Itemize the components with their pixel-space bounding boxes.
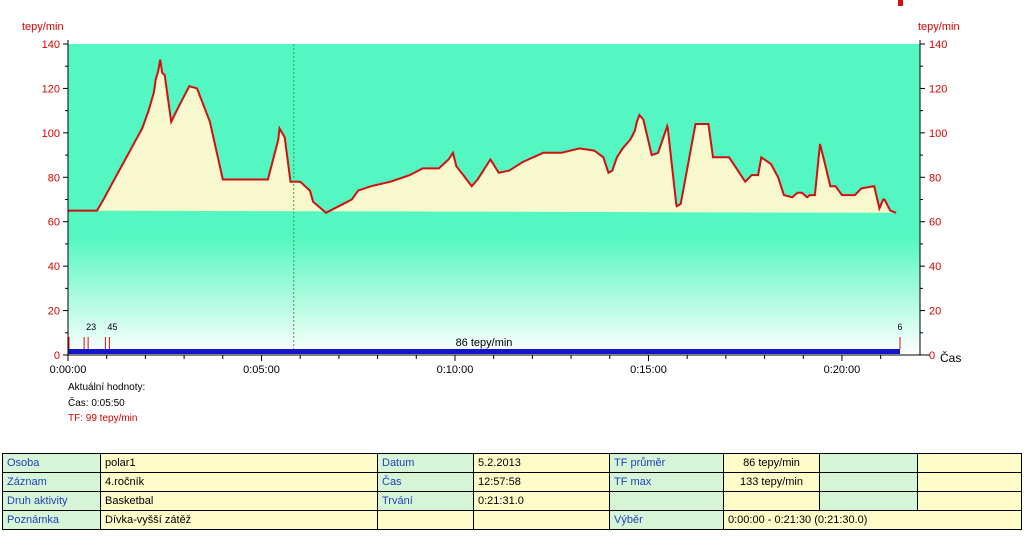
summary-row: Osoba polar1 Datum 5.2.2013 TF průměr 86 tepy… [2,453,1022,473]
x-tick-label: 0:20:00 [824,364,861,376]
summary-value: polar1 [100,453,378,473]
x-tick-label: 0:10:00 [437,364,474,376]
summary-table: Osoba polar1 Datum 5.2.2013 TF průměr 86 tepy… [2,453,1022,530]
summary-empty [917,453,1022,473]
summary-value: 0:00:00 - 0:21:30 (0:21:30.0) [723,510,1022,530]
summary-value: 86 tepy/min [723,453,820,473]
summary-label: Trvání [377,491,474,511]
y-tick-label-left: 20 [48,306,60,318]
summary-row: Poznámka Dívka-vyšší zátěž Výběr 0:00:00 - … [2,510,1022,530]
y-tick-label-right: 80 [929,172,941,184]
summary-label: Datum [377,453,474,473]
y-tick-label-left: 140 [42,39,60,51]
summary-value: 5.2.2013 [473,453,610,473]
lap-label: 6 [897,322,902,332]
summary-row: Druh aktivity Basketbal Trvání 0:21:31.0 [2,491,1022,511]
summary-value: 4.ročník [100,472,378,492]
y-tick-label-right: 0 [929,350,935,362]
info-time: Čas: 0:05:50 [68,398,125,409]
duration-bar[interactable] [68,349,900,354]
summary-value [473,510,610,530]
x-tick-label: 0:05:00 [243,364,280,376]
x-tick-label: 0:00:00 [50,364,87,376]
x-tick-label: 0:15:00 [630,364,667,376]
y-tick-label-left: 120 [42,83,60,95]
summary-empty [819,472,918,492]
summary-value: Basketbal [100,491,378,511]
y-tick-label-left: 80 [48,172,60,184]
summary-value: 0:21:31.0 [473,491,610,511]
summary-value [723,491,820,511]
summary-label: Čas [377,472,474,492]
summary-value: Dívka-vyšší zátěž [100,510,378,530]
y-tick-label-right: 140 [929,39,947,51]
y-tick-label-left: 40 [48,261,60,273]
summary-label: Druh aktivity [2,491,101,511]
summary-value [377,510,474,530]
summary-empty [917,491,1022,511]
info-hr: TF: 99 tepy/min [68,413,138,424]
summary-row: Záznam 4.ročník Čas 12:57:58 TF max 133 tepy/… [2,472,1022,492]
y-tick-label-left: 0 [54,350,60,362]
y-tick-label-right: 60 [929,217,941,229]
summary-label [609,491,724,511]
summary-value: 12:57:58 [473,472,610,492]
summary-label: Záznam [2,472,101,492]
info-title: Aktuální hodnoty: [68,382,146,393]
summary-value: 133 tepy/min [723,472,820,492]
y-tick-label-left: 60 [48,217,60,229]
summary-empty [917,472,1022,492]
y-axis-label-left: tepy/min [22,21,64,33]
summary-empty [819,491,918,511]
summary-label: Osoba [2,453,101,473]
y-tick-label-left: 100 [42,128,60,140]
marker-label: 86 tepy/min [456,337,513,349]
end-marker [898,0,903,6]
summary-label: TF max [609,472,724,492]
y-tick-label-right: 40 [929,261,941,273]
lap-label: 23 [86,322,96,332]
y-tick-label-right: 120 [929,83,947,95]
y-axis-label-right: tepy/min [918,21,960,33]
x-axis-label: Čas [940,350,961,365]
heart-rate-chart[interactable]: 86 tepy/min 23 45 6 0 0 20 20 40 40 60 60 80 80 100 1… [0,0,1024,452]
lap-label: 45 [107,322,117,332]
summary-label: Výběr [609,510,724,530]
summary-empty [819,453,918,473]
y-tick-label-right: 20 [929,306,941,318]
summary-label: Poznámka [2,510,101,530]
y-tick-label-right: 100 [929,128,947,140]
summary-label: TF průměr [609,453,724,473]
